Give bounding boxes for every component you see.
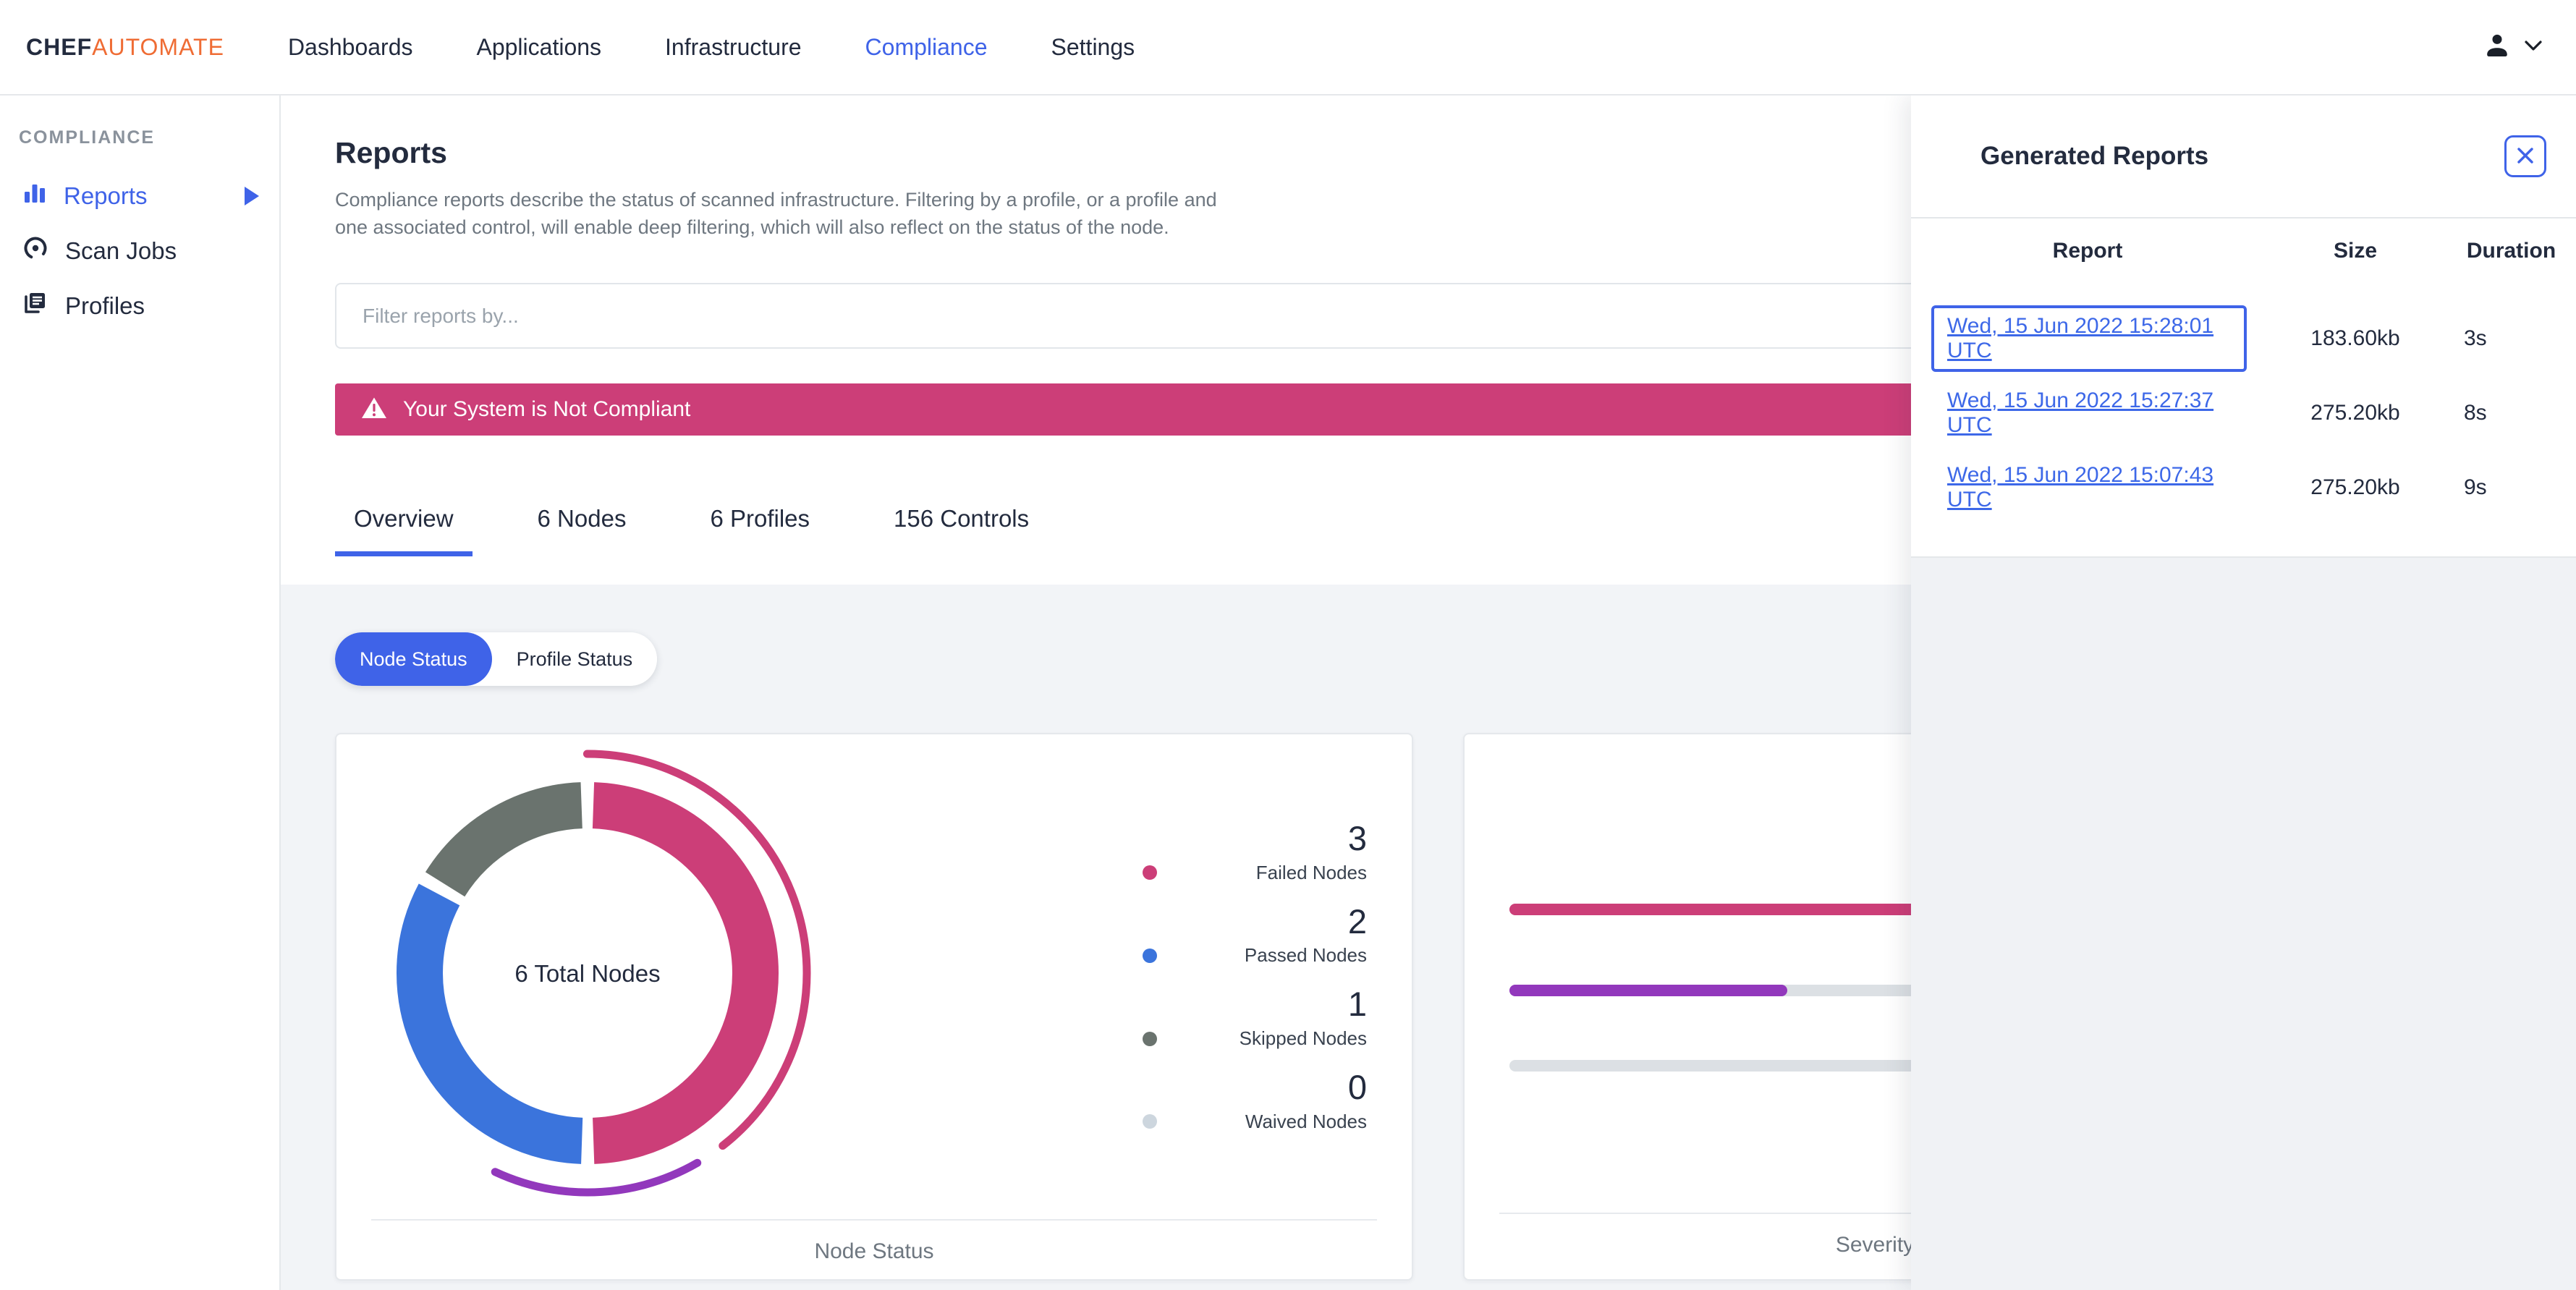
column-header-size: Size (2333, 239, 2378, 263)
table-row: Wed, 15 Jun 2022 15:07:43 UTC 275.20kb 9… (1928, 450, 2559, 525)
nav-item-infrastructure[interactable]: Infrastructure (665, 34, 802, 61)
column-header-duration: Duration (2466, 239, 2556, 263)
legend-label: Failed Nodes (1255, 861, 1367, 883)
skipped-count: 1 (1347, 985, 1367, 1024)
report-size: 275.20kb (2310, 400, 2400, 425)
sidebar-item-reports[interactable]: Reports (0, 169, 279, 224)
skipped-dot-icon (1143, 1031, 1157, 1046)
passed-dot-icon (1143, 948, 1157, 963)
donut-center-label: 6 Total Nodes (514, 960, 660, 987)
report-link[interactable]: Wed, 15 Jun 2022 15:27:37 UTC (1947, 389, 2213, 437)
report-duration: 3s (2464, 326, 2487, 350)
page-description: Compliance reports describe the status o… (335, 189, 1217, 238)
node-status-legend: 3 Failed Nodes 2 Passed Nodes 1 Skipped … (1143, 734, 1367, 1219)
toggle-profile-status[interactable]: Profile Status (491, 632, 658, 686)
warning-triangle-icon (361, 396, 387, 423)
sidebar-item-label: Scan Jobs (65, 237, 177, 264)
nav-item-settings[interactable]: Settings (1051, 34, 1135, 61)
tab-overview[interactable]: Overview (335, 505, 473, 556)
drawer-title: Generated Reports (1980, 142, 2209, 170)
logo-chef: CHEF (26, 33, 93, 60)
table-body: Wed, 15 Jun 2022 15:28:01 UTC 183.60kb 3… (1928, 301, 2559, 525)
nav-item-dashboards[interactable]: Dashboards (288, 34, 413, 61)
user-menu[interactable] (2480, 29, 2543, 66)
failed-dot-icon (1143, 865, 1157, 880)
waived-dot-icon (1143, 1114, 1157, 1129)
column-header-report: Report (2052, 239, 2123, 263)
generated-reports-drawer: Generated Reports Report Size Duration W… (1911, 96, 2576, 1290)
caret-right-icon (245, 187, 259, 205)
table-row: Wed, 15 Jun 2022 15:28:01 UTC 183.60kb 3… (1928, 301, 2559, 375)
severity-bar-major-fill (1509, 985, 1787, 996)
chef-automate-logo[interactable]: CHEFAUTOMATE (26, 34, 224, 61)
generated-reports-panel: Generated Reports Report Size Duration W… (1911, 96, 2576, 558)
report-size: 275.20kb (2310, 475, 2400, 499)
sidebar-item-profiles[interactable]: Profiles (0, 279, 279, 334)
compliance-sidebar: COMPLIANCE Reports Scan Jobs Profiles (0, 96, 281, 1290)
legend-item-waived: 0 Waived Nodes (1143, 1069, 1367, 1133)
close-button[interactable] (2504, 135, 2546, 177)
legend-item-failed: 3 Failed Nodes (1143, 820, 1367, 884)
top-nav: CHEFAUTOMATE Dashboards Applications Inf… (0, 0, 2576, 96)
user-avatar-icon (2480, 29, 2514, 66)
waived-count: 0 (1347, 1068, 1367, 1107)
generated-reports-table: Report Size Duration Wed, 15 Jun 2022 15… (1911, 226, 2576, 556)
banner-text: Your System is Not Compliant (403, 397, 691, 421)
passed-count: 2 (1347, 901, 1367, 941)
bar-chart-icon (22, 180, 48, 212)
report-size: 183.60kb (2310, 326, 2400, 350)
tab-nodes[interactable]: 6 Nodes (519, 505, 645, 556)
table-header-row: Report Size Duration (1928, 226, 2559, 276)
nav-item-compliance[interactable]: Compliance (865, 34, 988, 61)
legend-label: Waived Nodes (1245, 1110, 1367, 1132)
nav-item-applications[interactable]: Applications (476, 34, 601, 61)
sidebar-item-label: Profiles (65, 292, 145, 319)
primary-nav: Dashboards Applications Infrastructure C… (288, 34, 1135, 61)
report-link[interactable]: Wed, 15 Jun 2022 15:07:43 UTC (1947, 463, 2213, 512)
report-duration: 8s (2464, 400, 2487, 425)
legend-label: Passed Nodes (1244, 944, 1367, 967)
logo-automate: AUTOMATE (92, 33, 224, 60)
report-link[interactable]: Wed, 15 Jun 2022 15:28:01 UTC (1947, 314, 2213, 362)
node-status-card: 6 Total Nodes 3 Failed Nodes 2 Passed No… (335, 733, 1413, 1281)
legend-item-skipped: 1 Skipped Nodes (1143, 985, 1367, 1050)
close-icon (2514, 145, 2536, 169)
drawer-divider (1911, 217, 2576, 218)
legend-item-passed: 2 Passed Nodes (1143, 901, 1367, 967)
node-status-card-body: 6 Total Nodes 3 Failed Nodes 2 Passed No… (336, 734, 1412, 1219)
drawer-header: Generated Reports (1911, 96, 2576, 217)
documents-icon (22, 289, 49, 323)
legend-label: Skipped Nodes (1239, 1027, 1367, 1050)
sidebar-item-scan-jobs[interactable]: Scan Jobs (0, 224, 279, 279)
status-toggle: Node Status Profile Status (335, 632, 658, 686)
failed-count: 3 (1347, 819, 1367, 857)
radar-icon (22, 234, 49, 268)
table-row: Wed, 15 Jun 2022 15:27:37 UTC 275.20kb 8… (1928, 375, 2559, 450)
toggle-node-status[interactable]: Node Status (335, 632, 492, 686)
focused-link-ring: Wed, 15 Jun 2022 15:28:01 UTC (1931, 305, 2247, 372)
chevron-down-icon (2524, 39, 2543, 56)
sidebar-section-label: COMPLIANCE (19, 127, 156, 148)
report-duration: 9s (2464, 475, 2487, 499)
tab-controls[interactable]: 156 Controls (875, 505, 1048, 556)
node-status-donut[interactable]: 6 Total Nodes (336, 734, 1143, 1219)
node-status-card-title: Node Status (371, 1219, 1377, 1286)
sidebar-item-label: Reports (64, 182, 148, 209)
tab-profiles[interactable]: 6 Profiles (691, 505, 829, 556)
